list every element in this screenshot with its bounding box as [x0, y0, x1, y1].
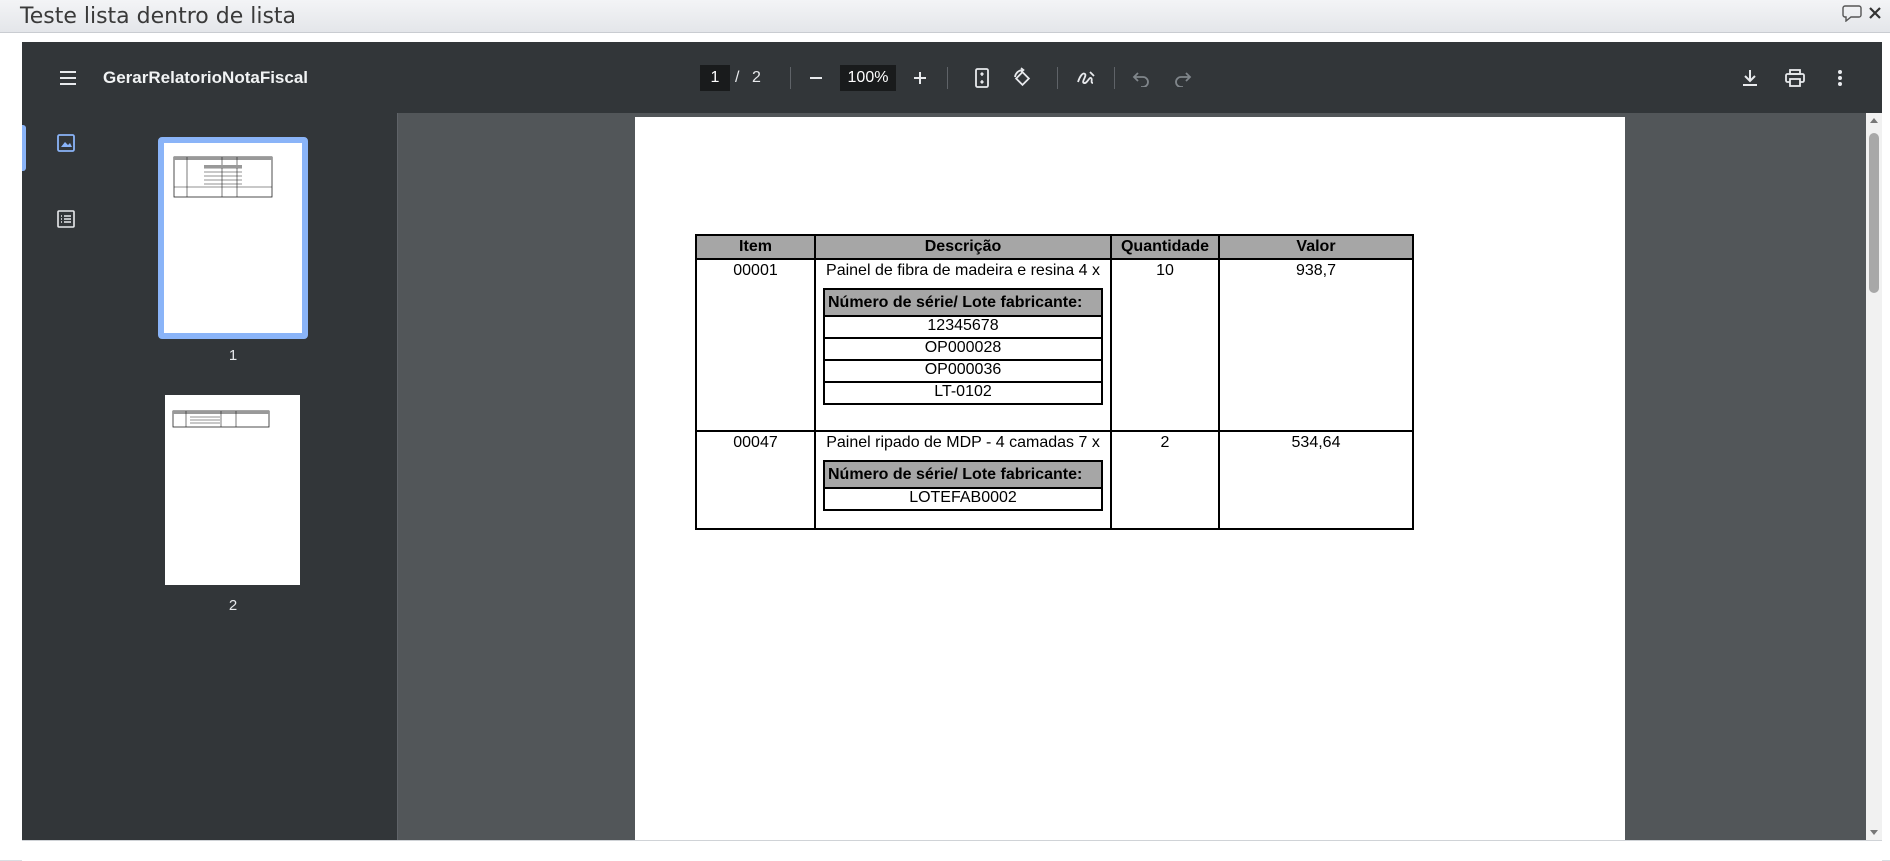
menu-icon[interactable]	[50, 60, 86, 96]
annotate-icon[interactable]	[1068, 60, 1104, 96]
serial-value: LOTEFAB0002	[823, 487, 1103, 511]
page-thumbnail-2[interactable]	[165, 395, 300, 585]
toolbar-divider	[790, 67, 791, 89]
toolbar-divider	[947, 67, 948, 89]
item-quantity: 10	[1110, 258, 1220, 432]
item-description-cell: Painel de fibra de madeira e resina 4 x …	[814, 258, 1112, 432]
serial-header: Número de série/ Lote fabricante:	[823, 288, 1103, 317]
comment-icon[interactable]	[1842, 4, 1862, 22]
toolbar-divider	[1057, 67, 1058, 89]
item-value: 938,7	[1218, 258, 1414, 432]
table-row: 00001 Painel de fibra de madeira e resin…	[695, 258, 1414, 432]
thumbnail-sidebar: 1 2	[22, 113, 398, 840]
invoice-table: Item Descrição Quantidade Valor 00001 Pa…	[695, 234, 1414, 530]
scrollbar-thumb[interactable]	[1869, 133, 1879, 293]
dialog-bottom-edge	[22, 840, 1882, 861]
header-description: Descrição	[814, 234, 1112, 260]
document-area: Item Descrição Quantidade Valor 00001 Pa…	[398, 113, 1882, 840]
pdf-viewer: GerarRelatorioNotaFiscal 1 / 2 100% 1 2 …	[22, 42, 1882, 840]
item-code: 00001	[695, 258, 816, 432]
toolbar-divider	[1114, 67, 1115, 89]
table-row: 00047 Painel ripado de MDP - 4 camadas 7…	[695, 430, 1414, 530]
current-page-input[interactable]: 1	[700, 65, 730, 91]
undo-icon[interactable]	[1124, 60, 1160, 96]
zoom-input[interactable]: 100%	[840, 65, 896, 91]
header-value: Valor	[1218, 234, 1414, 260]
page-thumbnail-1-label: 1	[228, 347, 238, 364]
rotate-icon[interactable]	[1004, 60, 1040, 96]
scroll-up-icon[interactable]	[1866, 113, 1882, 127]
dialog-titlebar: Teste lista dentro de lista	[0, 0, 1890, 33]
page-thumbnail-1[interactable]	[158, 137, 308, 339]
pdf-toolbar: GerarRelatorioNotaFiscal 1 / 2 100%	[22, 42, 1882, 113]
item-description-cell: Painel ripado de MDP - 4 camadas 7 x Núm…	[814, 430, 1112, 530]
print-icon[interactable]	[1777, 60, 1813, 96]
dialog-window: Teste lista dentro de lista GerarRelator…	[0, 0, 1890, 861]
more-options-icon[interactable]	[1822, 60, 1858, 96]
item-code: 00047	[695, 430, 816, 530]
page-separator: /	[735, 69, 740, 86]
pdf-page: Item Descrição Quantidade Valor 00001 Pa…	[635, 117, 1625, 840]
serial-value: OP000036	[823, 359, 1103, 383]
page-thumbnail-1-preview	[173, 156, 273, 198]
vertical-scrollbar[interactable]	[1866, 113, 1882, 840]
scroll-down-icon[interactable]	[1866, 826, 1882, 840]
download-icon[interactable]	[1732, 60, 1768, 96]
item-description: Painel ripado de MDP - 4 camadas 7 x	[826, 434, 1100, 451]
thumbnails-icon[interactable]	[48, 125, 84, 161]
outline-icon[interactable]	[48, 201, 84, 237]
document-title: GerarRelatorioNotaFiscal	[103, 68, 309, 87]
serial-value: LT-0102	[823, 381, 1103, 405]
header-quantity: Quantidade	[1110, 234, 1220, 260]
item-value: 534,64	[1218, 430, 1414, 530]
page-thumbnail-2-label: 2	[228, 597, 238, 614]
serial-header: Número de série/ Lote fabricante:	[823, 460, 1103, 489]
dialog-title: Teste lista dentro de lista	[20, 4, 297, 29]
redo-icon[interactable]	[1164, 60, 1200, 96]
zoom-in-icon[interactable]	[902, 60, 938, 96]
item-quantity: 2	[1110, 430, 1220, 530]
close-icon[interactable]	[1868, 6, 1882, 20]
header-item: Item	[695, 234, 816, 260]
serial-table: Número de série/ Lote fabricante: 123456…	[823, 288, 1103, 405]
fit-page-icon[interactable]	[964, 60, 1000, 96]
zoom-out-icon[interactable]	[798, 60, 834, 96]
serial-value: OP000028	[823, 337, 1103, 361]
page-thumbnail-2-preview	[172, 410, 270, 428]
item-description: Painel de fibra de madeira e resina 4 x	[826, 262, 1100, 279]
sidebar-active-indicator	[22, 125, 26, 171]
serial-value: 12345678	[823, 315, 1103, 339]
total-pages: 2	[752, 69, 761, 86]
serial-table: Número de série/ Lote fabricante: LOTEFA…	[823, 460, 1103, 511]
titlebar-actions	[1842, 4, 1882, 22]
invoice-header-row: Item Descrição Quantidade Valor	[695, 234, 1414, 260]
